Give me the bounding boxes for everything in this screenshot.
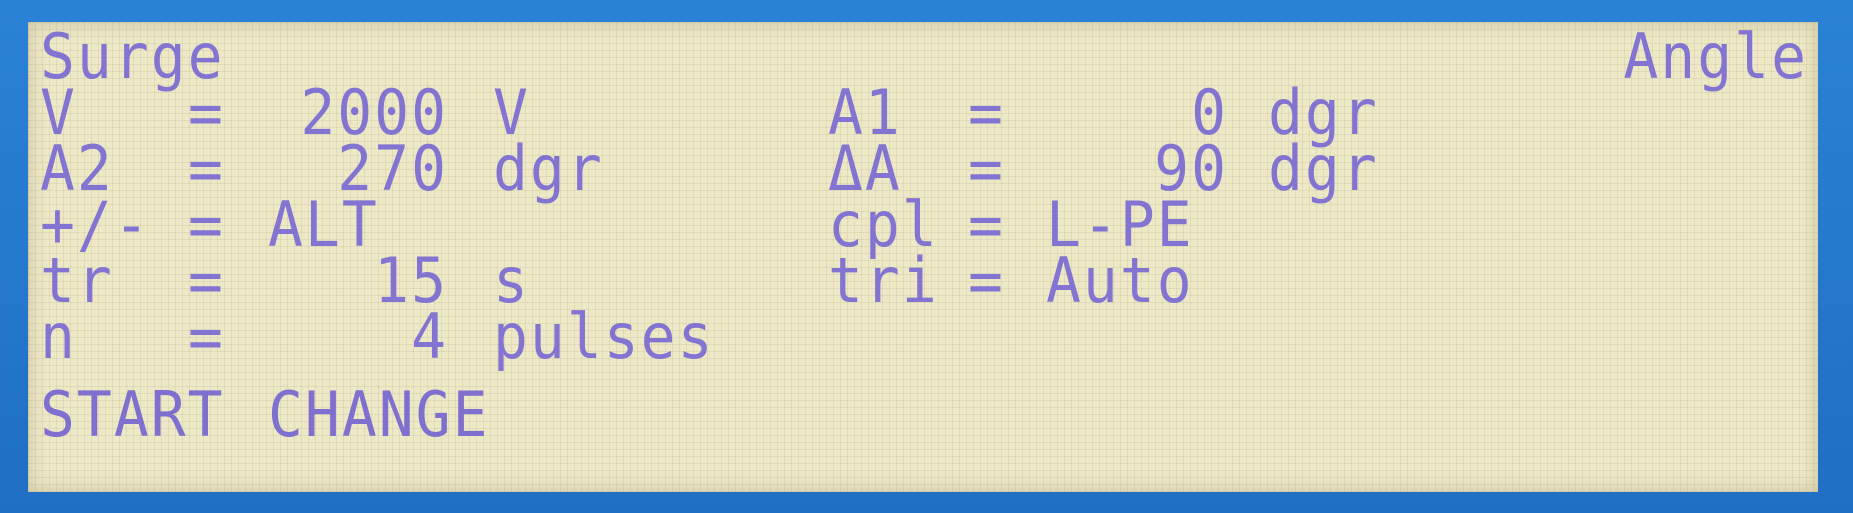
param-equals: =: [188, 299, 225, 374]
param-value: 4: [411, 299, 448, 374]
param-equals: =: [968, 243, 1005, 318]
param-unit: dgr: [493, 131, 604, 206]
param-value: Auto: [1046, 243, 1194, 318]
device-bezel: Surge Angle V = 2000 V A2 = 270 dgr +/- …: [0, 0, 1853, 513]
start-softkey[interactable]: START: [40, 382, 225, 447]
change-softkey[interactable]: CHANGE: [268, 382, 490, 447]
lcd-screen: Surge Angle V = 2000 V A2 = 270 dgr +/- …: [28, 22, 1818, 492]
param-name: n: [40, 299, 77, 374]
param-name: tri: [828, 243, 939, 318]
param-unit: pulses: [493, 299, 715, 374]
screen-title-angle: Angle: [1623, 22, 1808, 94]
param-unit: dgr: [1268, 131, 1379, 206]
